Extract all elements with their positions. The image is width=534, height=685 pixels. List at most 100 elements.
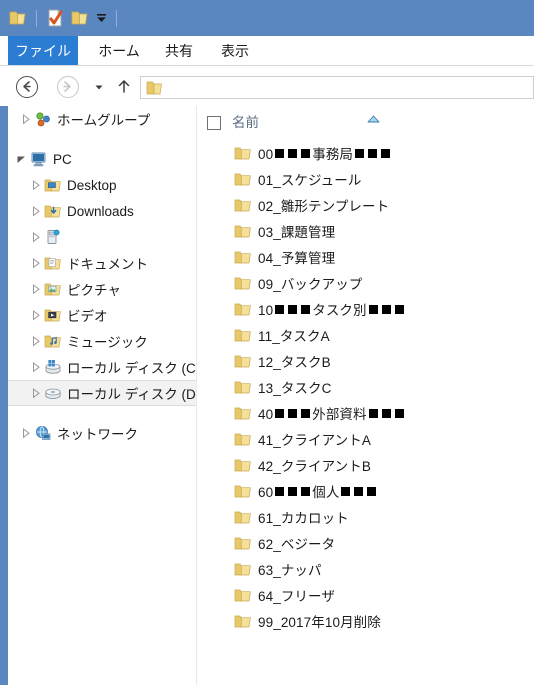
file-list-row[interactable]: 62_ベジータ (197, 530, 534, 556)
folder-icon (234, 248, 252, 266)
redaction-block (368, 305, 378, 314)
address-bar[interactable] (140, 76, 534, 99)
file-name-label: 63_ナッパ (258, 563, 322, 578)
new-folder-icon[interactable] (70, 8, 90, 28)
tree-item-label: ホームグループ (57, 113, 151, 128)
file-list-row[interactable]: 13_タスクC (197, 374, 534, 400)
properties-icon[interactable] (45, 8, 65, 28)
tree-item-ローカル-ディスク-(d:[interactable]: ローカル ディスク (D: (8, 380, 196, 406)
folder-icon (234, 144, 252, 162)
up-button[interactable] (115, 76, 133, 98)
file-list-row[interactable]: 64_フリーザ (197, 582, 534, 608)
navigation-pane: ホームグループ PC Desktop Downloads ドキュメント ピクチャ ビデオミュ… (8, 106, 196, 685)
folder-icon (234, 326, 252, 344)
device-icon (44, 228, 62, 246)
collapsed-triangle-icon[interactable] (28, 172, 44, 198)
music-icon (44, 332, 62, 350)
tab-home[interactable]: ホーム (88, 36, 150, 66)
tree-item-label: PC (53, 151, 72, 167)
back-button[interactable] (16, 76, 38, 98)
folder-icon (146, 80, 163, 96)
collapsed-triangle-icon[interactable] (28, 328, 44, 354)
collapsed-triangle-icon[interactable] (28, 198, 44, 224)
file-name-label: 11_タスクA (258, 329, 330, 344)
redaction-block (367, 487, 377, 496)
file-list-row[interactable]: 40 外部資料 (197, 400, 534, 426)
collapsed-triangle-icon[interactable] (28, 380, 44, 406)
file-explorer-window: ファイル ホーム 共有 表示 ホームグループ PC Desktop Downlo… (0, 0, 534, 685)
file-name-label: 04_予算管理 (258, 251, 336, 266)
folder-icon (234, 170, 252, 188)
folder-icon (234, 534, 252, 552)
redaction-block (288, 149, 298, 158)
file-name-label: 61_カカロット (258, 511, 349, 526)
customize-caret-icon[interactable] (95, 8, 108, 28)
network-icon (34, 424, 52, 442)
file-name-label: 00 事務局 (258, 143, 392, 163)
file-list-row[interactable]: 99_2017年10月削除 (197, 608, 534, 634)
tree-item-desktop[interactable]: Desktop (8, 172, 196, 198)
file-name-label: 13_タスクC (258, 381, 332, 396)
tree-item-ネットワーク[interactable]: ネットワーク (8, 420, 196, 446)
collapsed-triangle-icon[interactable] (18, 420, 34, 446)
homegroup-icon (34, 110, 52, 128)
redaction-block (394, 409, 404, 418)
file-list-row[interactable]: 04_予算管理 (197, 244, 534, 270)
file-list-row[interactable]: 09_バックアップ (197, 270, 534, 296)
file-list-row[interactable]: 61_カカロット (197, 504, 534, 530)
redaction-block (288, 487, 298, 496)
folder-icon (234, 560, 252, 578)
tree-item-unnamed[interactable] (8, 224, 196, 250)
tree-item-ホームグループ[interactable]: ホームグループ (8, 106, 196, 132)
tree-item-pc[interactable]: PC (8, 146, 196, 172)
collapsed-triangle-icon[interactable] (28, 250, 44, 276)
file-list-row[interactable]: 41_クライアントA (197, 426, 534, 452)
tree-item-ビデオ[interactable]: ビデオ (8, 302, 196, 328)
folder-icon (234, 274, 252, 292)
file-list-row[interactable]: 03_課題管理 (197, 218, 534, 244)
file-list-row[interactable]: 02_雛形テンプレート (197, 192, 534, 218)
collapsed-triangle-icon[interactable] (28, 224, 44, 250)
file-list-row[interactable]: 11_タスクA (197, 322, 534, 348)
folder-icon (234, 300, 252, 318)
collapsed-triangle-icon[interactable] (18, 106, 34, 132)
collapsed-triangle-icon[interactable] (28, 302, 44, 328)
file-list-row[interactable]: 60 個人 (197, 478, 534, 504)
file-list-row[interactable]: 10 タスク別 (197, 296, 534, 322)
recent-locations-button[interactable] (92, 76, 106, 98)
tab-share[interactable]: 共有 (152, 36, 206, 66)
collapsed-triangle-icon[interactable] (28, 276, 44, 302)
redaction-block (381, 305, 391, 314)
tree-item-ピクチャ[interactable]: ピクチャ (8, 276, 196, 302)
forward-button[interactable] (57, 76, 79, 98)
column-header-name[interactable]: 名前 (232, 114, 259, 131)
folder-icon (234, 404, 252, 422)
sort-ascending-icon (367, 110, 380, 123)
collapsed-triangle-icon[interactable] (28, 354, 44, 380)
select-all-checkbox[interactable] (207, 116, 221, 130)
file-name-label: 03_課題管理 (258, 225, 336, 240)
folder-icon[interactable] (8, 8, 28, 28)
tree-item-ローカル-ディスク-(c:[interactable]: ローカル ディスク (C: (8, 354, 196, 380)
file-name-label: 12_タスクB (258, 355, 331, 370)
file-list-row[interactable]: 63_ナッパ (197, 556, 534, 582)
file-list-row[interactable]: 00 事務局 (197, 140, 534, 166)
expanded-triangle-icon[interactable] (14, 146, 30, 172)
tab-file[interactable]: ファイル (8, 36, 78, 66)
tree-item-ミュージック[interactable]: ミュージック (8, 328, 196, 354)
tree-item-label: ミュージック (67, 335, 148, 350)
redaction-block (275, 149, 285, 158)
redaction-block (368, 149, 378, 158)
tree-item-label: ネットワーク (57, 427, 138, 442)
folder-icon (234, 352, 252, 370)
tree-item-label: Downloads (67, 203, 134, 219)
tree-item-ドキュメント[interactable]: ドキュメント (8, 250, 196, 276)
folder-icon (234, 222, 252, 240)
tree-item-downloads[interactable]: Downloads (8, 198, 196, 224)
file-list-row[interactable]: 42_クライアントB (197, 452, 534, 478)
file-list-row[interactable]: 12_タスクB (197, 348, 534, 374)
redaction-block (301, 487, 311, 496)
file-list-row[interactable]: 01_スケジュール (197, 166, 534, 192)
tab-view[interactable]: 表示 (208, 36, 262, 66)
